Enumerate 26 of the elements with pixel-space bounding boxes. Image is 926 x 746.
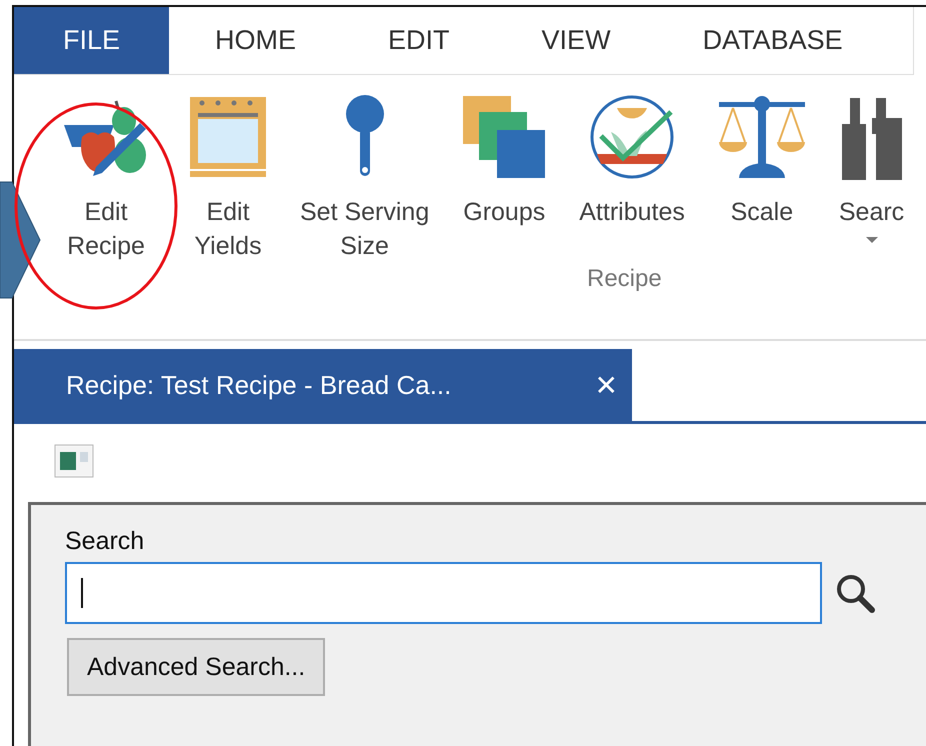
ribbon-button[interactable]: Attributes [573, 89, 691, 263]
ribbon-button[interactable]: Searc [832, 89, 910, 263]
group-label: Recipe [587, 265, 663, 293]
document-tab[interactable]: Recipe: Test Recipe - Bread Ca... ✕ [14, 349, 632, 421]
stacked-squares-icon [461, 94, 548, 180]
menu-tab[interactable]: DATABASE [656, 7, 889, 74]
menu-tab[interactable]: HOME [169, 7, 342, 74]
search-field[interactable] [65, 562, 822, 624]
oven-icon [188, 95, 268, 179]
advanced-search-button[interactable]: Advanced Search... [67, 638, 326, 696]
text-cursor [81, 578, 83, 608]
menu-tab[interactable]: FILE [14, 7, 170, 74]
tab-title: Recipe: Test Recipe - Bread Ca... [66, 370, 452, 400]
check-circle-icon [589, 94, 676, 180]
ribbon-button[interactable]: Groups [455, 89, 554, 263]
menu-tab[interactable]: EDIT [342, 7, 496, 74]
menu-tab[interactable]: VIEW [496, 7, 657, 74]
ribbon-button[interactable]: Set Serving Size [294, 89, 436, 263]
search-label: Search [65, 527, 146, 556]
ribbon-button[interactable]: Edit Recipe [50, 89, 162, 263]
balance-scale-icon [716, 94, 807, 180]
ribbon-button[interactable]: Scale [710, 89, 813, 263]
search-icon[interactable] [834, 572, 876, 614]
close-icon[interactable]: ✕ [594, 368, 618, 402]
panel-toggle-icon[interactable] [54, 444, 94, 478]
ribbon-button[interactable]: Edit Yields [182, 89, 274, 263]
